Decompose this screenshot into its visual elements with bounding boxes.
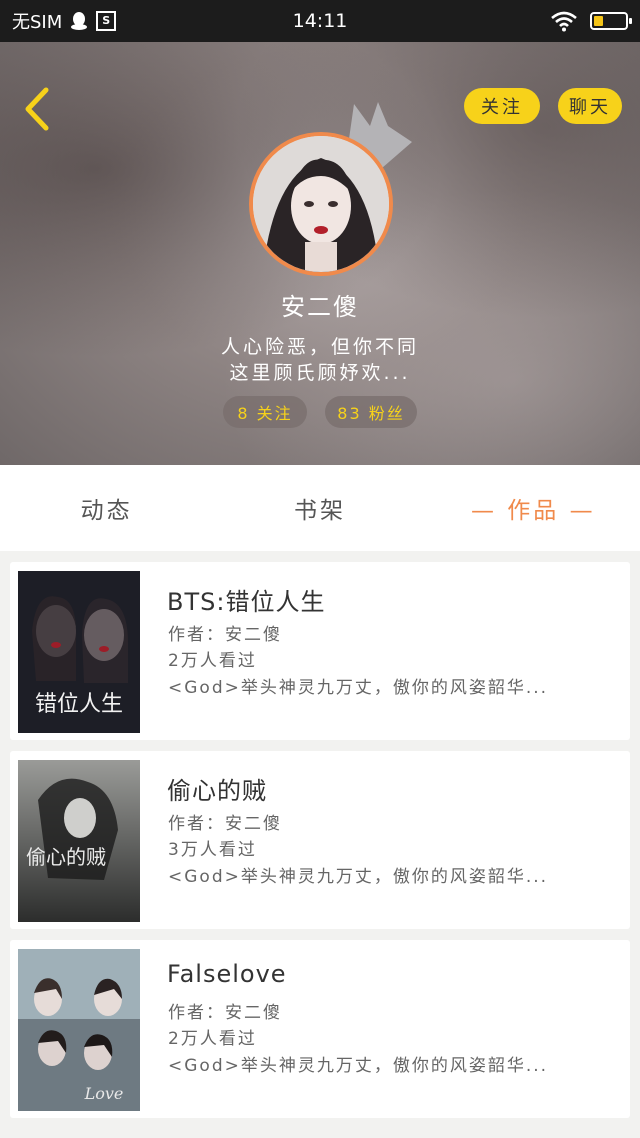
book-author: 作者：安二傻 [168,814,282,834]
book-views: 3万人看过 [168,840,257,860]
cover-title: 偷心的贼 [26,845,106,869]
book-title: BTS:错位人生 [167,588,326,616]
chat-button[interactable]: 聊天 [558,88,622,124]
tab-feed[interactable]: 动态 [0,491,213,525]
s-app-icon: S [96,11,117,31]
bio-line-1: 人心险恶，但你不同 [220,336,419,358]
list-item[interactable]: 错位人生 BTS:错位人生 作者：安二傻 2万人看过 <God>举头神灵九万丈，… [10,562,630,740]
book-views: 2万人看过 [168,651,257,671]
tab-bookshelf[interactable]: 书架 [213,491,426,525]
qq-icon [71,12,88,30]
battery-icon [590,12,632,30]
book-cover: Love [18,949,140,1111]
tab-works[interactable]: — 作品 — [427,491,640,525]
bio-line-2: 这里顾氏顾妤欢... [229,362,411,384]
user-name: 安二傻 [281,293,359,321]
follow-button[interactable]: 关注 [464,88,540,124]
book-summary: <God>举头神灵九万丈，傲你的风姿韶华... [168,867,549,887]
list-item[interactable]: 偷心的贼 偷心的贼 作者：安二傻 3万人看过 <God>举头神灵九万丈，傲你的风… [10,751,630,929]
avatar-portrait [253,136,389,272]
book-cover: 错位人生 [18,571,140,733]
carrier-label: 无SIM [12,12,63,33]
book-views: 2万人看过 [168,1029,257,1049]
book-author: 作者：安二傻 [168,1003,282,1023]
battery-level [594,16,603,26]
list-item[interactable]: Love Falselove 作者：安二傻 2万人看过 <God>举头神灵九万丈… [10,940,630,1118]
profile-header: 关注 聊天 安二傻 人心险恶，但你不同 这里顾氏顾妤欢... 8 关注 83 粉… [0,42,640,465]
cover-title: 错位人生 [35,692,123,717]
book-title: 偷心的贼 [167,777,267,805]
book-summary: <God>举头神灵九万丈，傲你的风姿韶华... [168,1056,549,1076]
cover-title: Love [84,1084,124,1103]
tab-bar: 动态 书架 — 作品 — [0,465,640,551]
book-cover: 偷心的贼 [18,760,140,922]
works-list: 错位人生 BTS:错位人生 作者：安二傻 2万人看过 <God>举头神灵九万丈，… [10,562,630,1129]
following-count[interactable]: 8 关注 [223,396,307,428]
book-title: Falselove [167,960,287,988]
followers-count[interactable]: 83 粉丝 [325,396,417,428]
wifi-icon [551,11,577,32]
avatar[interactable] [249,132,393,276]
book-summary: <God>举头神灵九万丈，傲你的风姿韶华... [168,678,549,698]
status-bar: 无SIM S 14:11 [0,0,640,42]
book-author: 作者：安二傻 [168,625,282,645]
back-arrow-icon[interactable] [18,84,58,134]
